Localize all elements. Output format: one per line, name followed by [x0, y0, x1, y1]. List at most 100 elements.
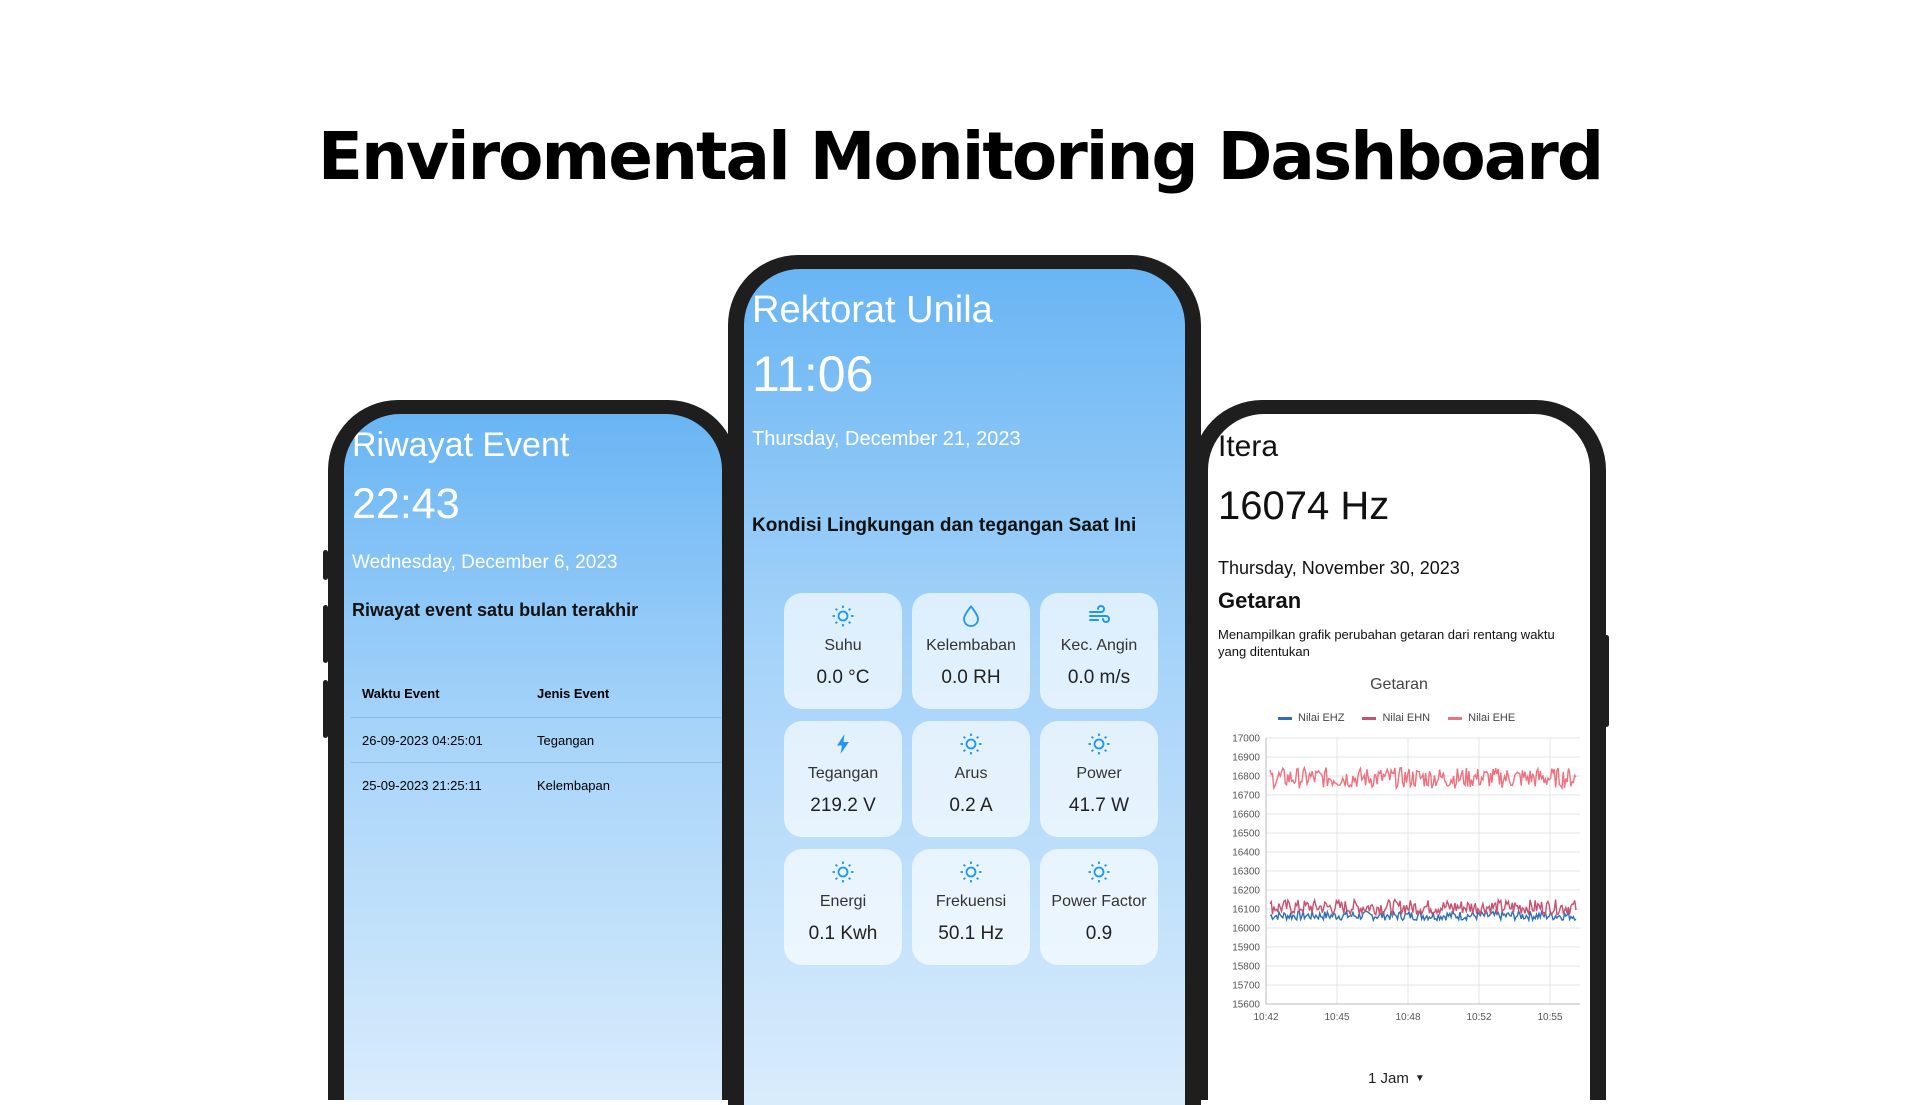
phone-itera: Itera 16074 Hz Thursday, November 30, 20… [1192, 400, 1606, 1100]
event-table: Waktu Event Jenis Event 26-09-2023 04:25… [351, 669, 721, 807]
sensor-tile[interactable]: Frekuensi 50.1 Hz [912, 849, 1030, 965]
chart-title: Getaran [1370, 676, 1428, 693]
y-tick-label: 16900 [1232, 753, 1260, 764]
chart-legend: Nilai EHZ Nilai EHN Nilai EHE [1278, 712, 1515, 724]
table-header-row: Waktu Event Jenis Event [351, 669, 721, 718]
x-tick-label: 10:42 [1253, 1012, 1278, 1023]
y-tick-label: 15800 [1232, 962, 1260, 973]
tile-label: Energi [819, 893, 867, 910]
tile-label: Power [1076, 765, 1122, 782]
sensor-tile[interactable]: Kelembaban 0.0 RH [912, 593, 1030, 709]
table-row[interactable]: 25-09-2023 21:25:11 Kelembapan [351, 763, 721, 807]
sensor-tile[interactable]: Suhu 0.0 °C [784, 593, 902, 709]
cell-jenis: Kelembapan [537, 777, 610, 793]
section-subtitle: Kondisi Lingkungan dan tegangan Saat Ini [752, 515, 1137, 536]
clock-time: 11:06 [752, 346, 874, 402]
phone-rektorat-unila: Rektorat Unila 11:06 Thursday, December … [728, 255, 1201, 1105]
tile-value: 0.1 Kwh [808, 923, 878, 944]
sensor-tile[interactable]: Energi 0.1 Kwh [784, 849, 902, 965]
phone-riwayat-event: Riwayat Event 22:43 Wednesday, December … [328, 400, 738, 1100]
y-tick-label: 16800 [1232, 772, 1260, 783]
caret-down-icon: ▼ [1414, 1073, 1425, 1084]
y-tick-label: 15700 [1232, 981, 1260, 992]
wind-icon [1086, 603, 1112, 629]
sun-icon [1086, 859, 1112, 885]
sensor-tile[interactable]: Arus 0.2 A [912, 721, 1030, 837]
tile-label: Power Factor [1051, 893, 1147, 910]
range-dropdown-label: 1 Jam [1368, 1070, 1409, 1087]
screen-rektorat-unila: Rektorat Unila 11:06 Thursday, December … [744, 269, 1185, 1105]
tile-value: 0.0 m/s [1067, 667, 1131, 688]
legend-swatch [1448, 716, 1463, 720]
sun-icon [830, 859, 856, 885]
sensor-tiles-grid: Suhu 0.0 °C Kelembaban 0.0 RH Kec. Angin 0.0 … [784, 593, 1164, 965]
sensor-tile[interactable]: Kec. Angin 0.0 m/s [1040, 593, 1158, 709]
x-tick-label: 10:55 [1537, 1012, 1562, 1023]
column-header-waktu: Waktu Event [362, 685, 440, 701]
tile-value: 0.0 °C [816, 667, 870, 688]
sun-icon [958, 859, 984, 885]
tile-value: 0.9 [1085, 923, 1113, 944]
legend-swatch [1278, 716, 1292, 720]
sensor-tile[interactable]: Tegangan 219.2 V [784, 721, 902, 837]
sun-icon [958, 731, 984, 757]
legend-item[interactable]: Nilai EHN [1362, 712, 1430, 724]
getaran-line-chart: 17000 16900 16800 16700 16600 16500 16400 16300… [1232, 734, 1580, 1023]
clock-time: 22:43 [352, 480, 460, 528]
tile-label: Kec. Angin [1060, 637, 1138, 654]
screen-itera: Itera 16074 Hz Thursday, November 30, 20… [1208, 414, 1590, 1100]
sun-icon [830, 603, 856, 629]
page-headline: Enviromental Monitoring Dashboard [317, 118, 1604, 195]
sensor-tile[interactable]: Power Factor 0.9 [1040, 849, 1158, 965]
cell-waktu: 26-09-2023 04:25:01 [362, 732, 483, 748]
cell-waktu: 25-09-2023 21:25:11 [362, 777, 482, 793]
screen-title: Rektorat Unila [752, 289, 993, 331]
x-tick-label: 10:45 [1324, 1012, 1349, 1023]
current-date: Thursday, December 21, 2023 [752, 428, 1021, 450]
y-tick-label: 16200 [1232, 886, 1260, 897]
y-tick-label: 17000 [1232, 734, 1260, 745]
tile-value: 41.7 W [1068, 795, 1130, 816]
tile-value: 50.1 Hz [938, 923, 1004, 944]
y-tick-label: 16700 [1232, 791, 1260, 802]
y-tick-label: 16300 [1232, 867, 1260, 878]
tile-label: Tegangan [807, 765, 879, 782]
section-description: Menampilkan grafik perubahan getaran dar… [1218, 627, 1555, 659]
column-header-jenis: Jenis Event [537, 685, 610, 701]
sensor-tile[interactable]: Power 41.7 W [1040, 721, 1158, 837]
x-tick-label: 10:52 [1466, 1012, 1491, 1023]
series-line [1269, 765, 1577, 791]
x-tick-label: 10:48 [1395, 1012, 1420, 1023]
legend-item[interactable]: Nilai EHE [1448, 712, 1515, 724]
frequency-value: 16074 Hz [1218, 484, 1390, 528]
y-tick-label: 16500 [1232, 829, 1260, 840]
legend-label: Nilai EHE [1468, 712, 1516, 724]
droplet-icon [958, 603, 984, 629]
y-tick-label: 16600 [1232, 810, 1260, 821]
bolt-icon [830, 731, 856, 757]
tile-value: 0.0 RH [941, 667, 1001, 688]
tile-label: Arus [954, 765, 988, 782]
section-title: Getaran [1218, 588, 1302, 613]
screen-title: Itera [1218, 430, 1279, 463]
screen-riwayat-event: Riwayat Event 22:43 Wednesday, December … [344, 414, 722, 1100]
legend-label: Nilai EHZ [1298, 712, 1345, 724]
y-tick-label: 16000 [1232, 924, 1260, 935]
section-subtitle: Riwayat event satu bulan terakhir [352, 600, 639, 620]
y-tick-label: 15900 [1232, 943, 1260, 954]
y-tick-label: 16100 [1232, 905, 1260, 916]
tile-label: Kelembaban [926, 637, 1016, 654]
table-row[interactable]: 26-09-2023 04:25:01 Tegangan [351, 718, 721, 763]
range-dropdown[interactable]: 1 Jam ▼ [1368, 1070, 1425, 1087]
cell-jenis: Tegangan [537, 732, 595, 748]
legend-label: Nilai EHN [1382, 712, 1431, 724]
tile-label: Frekuensi [935, 893, 1007, 910]
sun-icon [1086, 731, 1112, 757]
screen-title: Riwayat Event [352, 426, 570, 464]
tile-label: Suhu [824, 637, 862, 654]
tile-value: 0.2 A [949, 795, 993, 816]
legend-item[interactable]: Nilai EHZ [1278, 712, 1344, 724]
legend-swatch [1362, 716, 1377, 720]
y-tick-label: 15600 [1232, 1000, 1260, 1011]
tile-value: 219.2 V [810, 795, 876, 816]
